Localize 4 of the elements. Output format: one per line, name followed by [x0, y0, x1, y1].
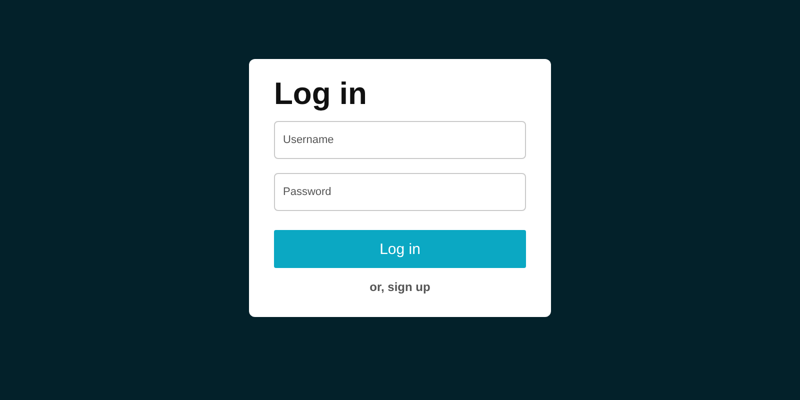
signup-link[interactable]: or, sign up	[370, 280, 430, 294]
username-field[interactable]: Username	[274, 121, 526, 159]
password-field[interactable]: Password	[274, 173, 526, 211]
login-title: Log in	[274, 75, 368, 113]
